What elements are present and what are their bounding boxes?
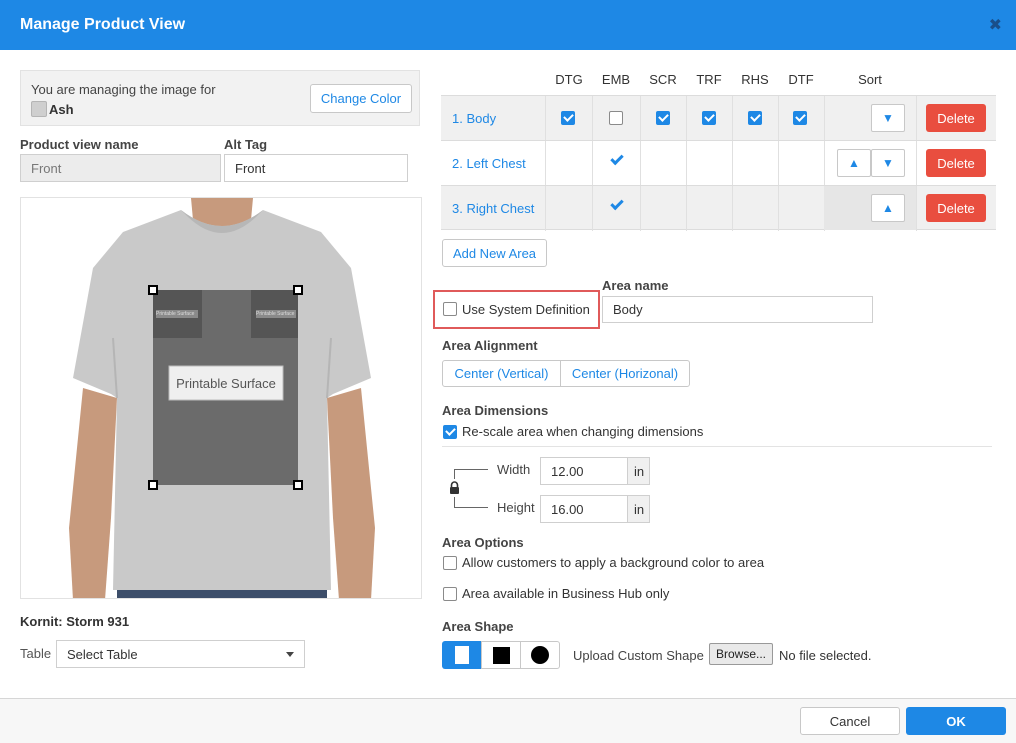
no-file-selected-text: No file selected. — [779, 648, 872, 663]
method-dtg-checkbox[interactable] — [561, 111, 575, 125]
cancel-button[interactable]: Cancel — [800, 707, 900, 735]
height-input[interactable]: 16.00 — [540, 495, 628, 523]
sort-up-icon[interactable]: ▲ — [871, 194, 905, 222]
business-hub-label: Area available in Business Hub only — [462, 586, 670, 601]
col-sort: Sort — [858, 72, 882, 87]
use-system-definition-checkbox[interactable] — [443, 302, 457, 316]
area-name-link[interactable]: 3. Right Chest — [452, 201, 534, 216]
area-name-link[interactable]: 1. Body — [452, 111, 496, 126]
circle-icon — [531, 646, 549, 664]
area-row-right-chest: 3. Right Chest ▲ Delete — [441, 185, 996, 231]
method-emb-checkbox[interactable] — [609, 111, 623, 125]
managing-color-panel: You are managing the image for Ash Chang… — [20, 70, 420, 126]
alt-tag-label: Alt Tag — [224, 137, 268, 152]
color-name: Ash — [49, 101, 74, 117]
rescale-label: Re-scale area when changing dimensions — [462, 424, 704, 439]
area-name-label: Area name — [602, 278, 669, 293]
color-swatch — [31, 101, 47, 117]
upload-custom-shape-label: Upload Custom Shape — [573, 648, 704, 663]
width-input[interactable]: 12.00 — [540, 457, 628, 485]
ok-button[interactable]: OK — [906, 707, 1006, 735]
area-row-body: 1. Body ▼ Delete — [441, 95, 996, 141]
sort-up-icon[interactable]: ▲ — [837, 149, 871, 177]
method-trf-checkbox[interactable] — [702, 111, 716, 125]
width-label: Width — [497, 462, 531, 477]
divider — [442, 446, 992, 447]
delete-area-button[interactable]: Delete — [926, 104, 986, 132]
area-alignment-label: Area Alignment — [442, 338, 538, 353]
managing-text: You are managing the image for — [31, 82, 216, 97]
browse-button[interactable]: Browse... — [709, 643, 773, 665]
area-shape-label: Area Shape — [442, 619, 514, 634]
sort-down-icon[interactable]: ▼ — [871, 149, 905, 177]
dialog-titlebar: Manage Product View ✖ — [0, 0, 1016, 50]
printer-name: Kornit: Storm 931 — [20, 614, 130, 629]
method-scr-checkbox[interactable] — [656, 111, 670, 125]
square-shape-button[interactable] — [481, 641, 521, 669]
col-trf: TRF — [696, 72, 722, 87]
close-icon[interactable]: ✖ — [989, 15, 1002, 35]
background-color-label: Allow customers to apply a background co… — [462, 555, 765, 570]
background-color-checkbox[interactable] — [443, 556, 457, 570]
sort-down-icon[interactable]: ▼ — [871, 104, 905, 132]
square-icon — [492, 646, 510, 664]
width-unit: in — [627, 457, 650, 485]
rectangle-icon — [455, 646, 469, 664]
product-view-name-input[interactable]: Front — [20, 154, 221, 182]
product-view-name-label: Product view name — [20, 137, 139, 152]
area-row-left-chest: 2. Left Chest ▲ ▼ Delete — [441, 140, 996, 186]
chevron-down-icon — [286, 651, 294, 657]
circle-shape-button[interactable] — [520, 641, 560, 669]
method-rhs-checkbox[interactable] — [748, 111, 762, 125]
area-dimensions-label: Area Dimensions — [442, 403, 549, 418]
method-dtf-checkbox[interactable] — [793, 111, 807, 125]
alt-tag-input[interactable]: Front — [224, 154, 408, 182]
current-color: Ash — [31, 101, 74, 117]
table-label: Table — [20, 646, 52, 661]
change-color-button[interactable]: Change Color — [310, 84, 412, 113]
printable-area-selection[interactable] — [149, 286, 302, 489]
col-dtg: DTG — [555, 72, 583, 87]
table-select-value: Select Table — [67, 646, 138, 662]
col-emb: EMB — [601, 72, 631, 87]
area-name-link[interactable]: 2. Left Chest — [452, 156, 526, 171]
rectangle-shape-button[interactable] — [442, 641, 482, 669]
add-new-area-button[interactable]: Add New Area — [442, 239, 547, 267]
rescale-checkbox[interactable] — [443, 425, 457, 439]
delete-area-button[interactable]: Delete — [926, 149, 986, 177]
product-preview: Printable Surface Printable Surface Prin… — [20, 197, 422, 599]
delete-area-button[interactable]: Delete — [926, 194, 986, 222]
area-options-label: Area Options — [442, 535, 524, 550]
method-emb-check-icon[interactable] — [610, 151, 624, 166]
table-select[interactable]: Select Table — [56, 640, 305, 668]
col-rhs: RHS — [741, 72, 769, 87]
height-label: Height — [497, 500, 535, 515]
area-name-input[interactable]: Body — [602, 296, 873, 323]
height-unit: in — [627, 495, 650, 523]
business-hub-checkbox[interactable] — [443, 587, 457, 601]
center-horizontal-button[interactable]: Center (Horizonal) — [560, 360, 690, 387]
center-vertical-button[interactable]: Center (Vertical) — [442, 360, 561, 387]
method-emb-check-icon[interactable] — [610, 196, 624, 211]
lock-icon[interactable] — [449, 481, 460, 494]
col-dtf: DTF — [788, 72, 814, 87]
use-system-definition-label: Use System Definition — [462, 302, 590, 317]
dialog-footer: Cancel OK — [0, 698, 1016, 743]
dialog-title: Manage Product View — [20, 16, 186, 33]
col-scr: SCR — [649, 72, 677, 87]
